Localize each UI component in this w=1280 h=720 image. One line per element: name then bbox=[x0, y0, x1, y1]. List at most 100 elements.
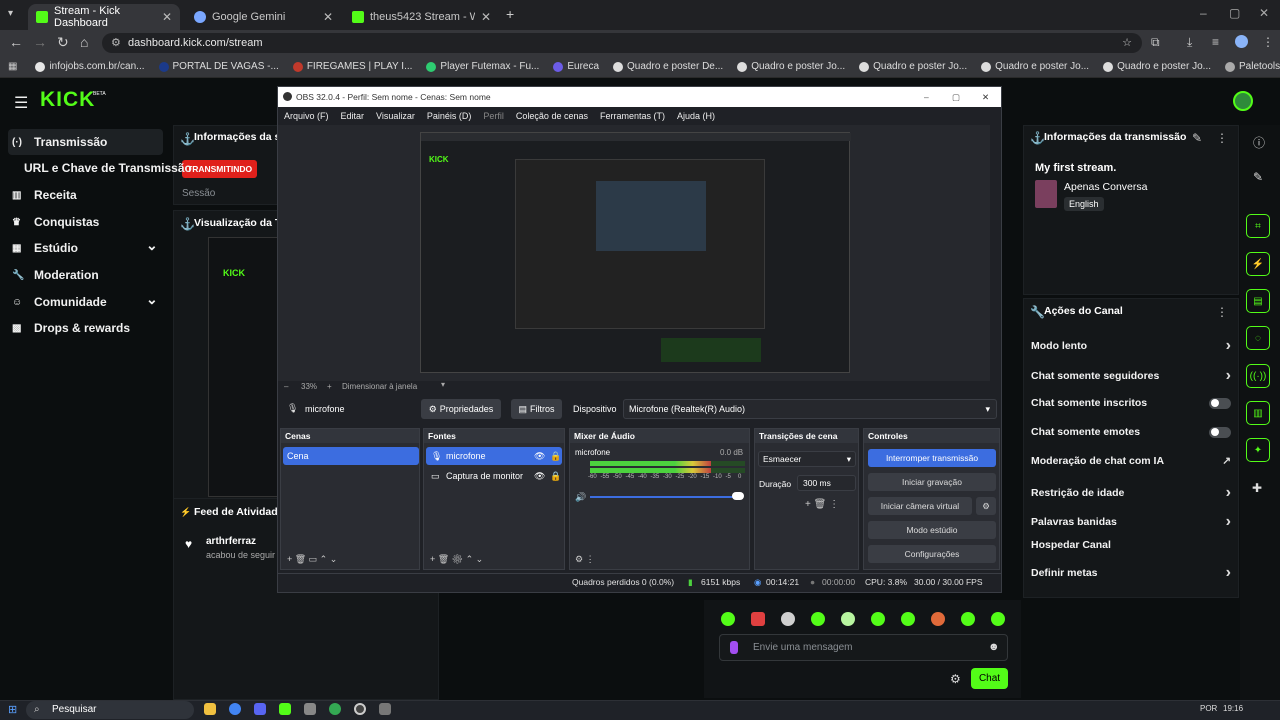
discord-icon[interactable] bbox=[254, 703, 266, 715]
obs-menu-item[interactable]: Coleção de cenas bbox=[516, 111, 588, 121]
channel-action-0[interactable]: Modo lento › bbox=[1031, 337, 1231, 355]
duration-input[interactable]: 300 ms bbox=[797, 475, 856, 491]
sidebar-item-5[interactable]: 🔧 Moderation bbox=[12, 268, 99, 282]
sidebar-item-6[interactable]: ☺ Comunidade ⌄ bbox=[12, 291, 158, 309]
channel-action-6[interactable]: Palavras banidas › bbox=[1031, 513, 1231, 531]
emote-icon[interactable] bbox=[961, 612, 975, 626]
sidebar-item-1[interactable]: URL e Chave de Transmissão bbox=[24, 161, 192, 175]
properties-button[interactable]: ⚙ Propriedades bbox=[421, 399, 501, 419]
reload-icon[interactable]: ↻ bbox=[57, 34, 69, 51]
apps-grid-icon[interactable]: ▦ bbox=[8, 61, 17, 72]
forward-icon[interactable]: → bbox=[33, 34, 47, 50]
extensions-icon[interactable]: ⧉ bbox=[1151, 35, 1160, 50]
edit-icon[interactable]: ✎ bbox=[1192, 131, 1202, 145]
minimize-window-icon[interactable]: – bbox=[1200, 6, 1207, 20]
chevron-down-icon[interactable]: ▾ bbox=[441, 380, 445, 389]
chrome-profile-icon[interactable] bbox=[329, 703, 341, 715]
zoom-in-icon[interactable]: + bbox=[327, 382, 332, 391]
emote-icon[interactable] bbox=[991, 612, 1005, 626]
emote-icon[interactable] bbox=[931, 612, 945, 626]
tab-gemini[interactable]: Google Gemini ✕ bbox=[186, 4, 341, 30]
rail-lightning-icon[interactable]: ⚡ bbox=[1246, 252, 1270, 276]
settings-icon[interactable] bbox=[379, 703, 391, 715]
speaker-icon[interactable]: 🔊 bbox=[575, 492, 586, 503]
kick-logo[interactable]: KICK bbox=[40, 88, 95, 112]
rail-tools-icon[interactable]: ✦ bbox=[1246, 438, 1270, 462]
emote-icon[interactable] bbox=[871, 612, 885, 626]
site-info-icon[interactable]: ⚙ bbox=[111, 33, 121, 53]
emote-icon[interactable] bbox=[721, 612, 735, 626]
toggle-switch[interactable] bbox=[1209, 426, 1231, 438]
source-item-microfone[interactable]: microfone 🎙 👁 🔒 bbox=[426, 447, 562, 465]
back-icon[interactable]: ← bbox=[9, 34, 23, 50]
chat-send-button[interactable]: Chat bbox=[971, 668, 1008, 689]
lock-icon[interactable]: 🔒 bbox=[550, 467, 561, 485]
bookmark-item[interactable]: Quadro e poster Jo... bbox=[1103, 61, 1211, 72]
activity-user[interactable]: arthrferraz bbox=[206, 536, 256, 547]
channel-action-4[interactable]: Moderação de chat com IA ↗ bbox=[1031, 455, 1231, 467]
bookmark-item[interactable]: Quadro e poster De... bbox=[613, 61, 723, 72]
maximize-window-icon[interactable]: ▢ bbox=[1229, 6, 1240, 20]
chrome-icon[interactable] bbox=[229, 703, 241, 715]
lock-icon[interactable]: 🔒 bbox=[550, 447, 561, 465]
device-select[interactable]: Microfone (Realtek(R) Audio) ▾ bbox=[623, 399, 997, 419]
add-widget-icon[interactable]: ✚ bbox=[1252, 481, 1262, 495]
obs-menu-item[interactable]: Perfil bbox=[483, 111, 504, 121]
sidebar-item-7[interactable]: ▩ Drops & rewards bbox=[12, 321, 130, 335]
chevron-down-icon[interactable]: ⌄ bbox=[146, 291, 158, 308]
obs-menu-item[interactable]: Ferramentas (T) bbox=[600, 111, 665, 121]
transition-select[interactable]: Esmaecer ▾ bbox=[758, 451, 856, 467]
home-icon[interactable]: ⌂ bbox=[80, 34, 88, 50]
bookmark-item[interactable]: Quadro e poster Jo... bbox=[859, 61, 967, 72]
toggle-switch[interactable] bbox=[1209, 397, 1231, 409]
add-source-icon[interactable]: + 🗑 ⚙ ⌃ ⌄ bbox=[430, 554, 483, 565]
media-icon[interactable]: ≡ bbox=[1212, 35, 1219, 49]
emote-icon[interactable] bbox=[781, 612, 795, 626]
add-scene-icon[interactable]: + 🗑 ▭ ⌃ ⌄ bbox=[287, 554, 337, 565]
obs-menu-item[interactable]: Visualizar bbox=[376, 111, 415, 121]
microphone-icon[interactable] bbox=[730, 641, 738, 654]
sidebar-item-0[interactable]: (·) Transmissão bbox=[12, 135, 107, 149]
close-tab-icon[interactable]: ✕ bbox=[162, 10, 172, 24]
rail-layout-icon[interactable]: ▥ bbox=[1246, 401, 1270, 425]
user-avatar[interactable] bbox=[1233, 91, 1253, 111]
info-circle-icon[interactable]: ⓘ bbox=[1253, 134, 1265, 151]
channel-action-3[interactable]: Chat somente emotes bbox=[1031, 426, 1231, 438]
obs-preview-canvas[interactable]: KICK bbox=[420, 132, 851, 373]
obs-menu-item[interactable]: Arquivo (F) bbox=[284, 111, 329, 121]
source-item-monitor[interactable]: Captura de monitor ▭ 👁 🔒 bbox=[426, 467, 562, 485]
sidebar-item-4[interactable]: ▦ Estúdio ⌄ bbox=[12, 237, 158, 255]
emoji-icon[interactable]: ☻ bbox=[988, 641, 1000, 653]
app-icon[interactable] bbox=[304, 703, 316, 715]
language-indicator[interactable]: POR bbox=[1200, 704, 1217, 713]
obs-control-button-3[interactable]: Modo estúdio bbox=[868, 521, 996, 539]
channel-action-2[interactable]: Chat somente inscritos bbox=[1031, 397, 1231, 409]
clock[interactable]: 19:16 bbox=[1223, 704, 1243, 713]
chat-settings-icon[interactable]: ⚙ bbox=[950, 672, 961, 686]
close-tab-icon[interactable]: ✕ bbox=[481, 10, 491, 24]
obs-control-button-1[interactable]: Iniciar gravação bbox=[868, 473, 996, 491]
transition-actions-icon[interactable]: + 🗑 ⋮ bbox=[805, 499, 839, 510]
emote-icon[interactable] bbox=[811, 612, 825, 626]
virtual-camera-settings-icon[interactable]: ⚙ bbox=[976, 497, 996, 515]
close-tab-icon[interactable]: ✕ bbox=[323, 10, 333, 24]
bookmark-item[interactable]: Quadro e poster Jo... bbox=[737, 61, 845, 72]
app-icon[interactable] bbox=[279, 703, 291, 715]
stream-category[interactable]: Apenas Conversa bbox=[1064, 181, 1147, 193]
more-options-icon[interactable]: ⋮ bbox=[1216, 131, 1228, 145]
volume-slider[interactable] bbox=[590, 496, 740, 498]
address-bar[interactable]: ⚙ dashboard.kick.com/stream ☆ bbox=[102, 33, 1142, 53]
close-window-icon[interactable]: ✕ bbox=[1259, 6, 1269, 20]
bookmark-item[interactable]: Player Futemax - Fu... bbox=[426, 61, 539, 72]
hamburger-menu-icon[interactable]: ☰ bbox=[14, 93, 28, 113]
emote-icon[interactable] bbox=[901, 612, 915, 626]
emote-icon[interactable] bbox=[751, 612, 765, 626]
rail-qr-icon[interactable]: ⌗ bbox=[1246, 214, 1270, 238]
preview-video[interactable]: KICK bbox=[208, 237, 282, 497]
obs-control-button-0[interactable]: Interromper transmissão bbox=[868, 449, 996, 467]
bookmark-item[interactable]: Quadro e poster Jo... bbox=[981, 61, 1089, 72]
obs-preview-area[interactable]: KICK bbox=[278, 125, 990, 381]
visibility-eye-icon[interactable]: 👁 bbox=[534, 447, 545, 465]
profile-avatar[interactable] bbox=[1235, 35, 1248, 48]
obs-menu-item[interactable]: Editar bbox=[341, 111, 365, 121]
